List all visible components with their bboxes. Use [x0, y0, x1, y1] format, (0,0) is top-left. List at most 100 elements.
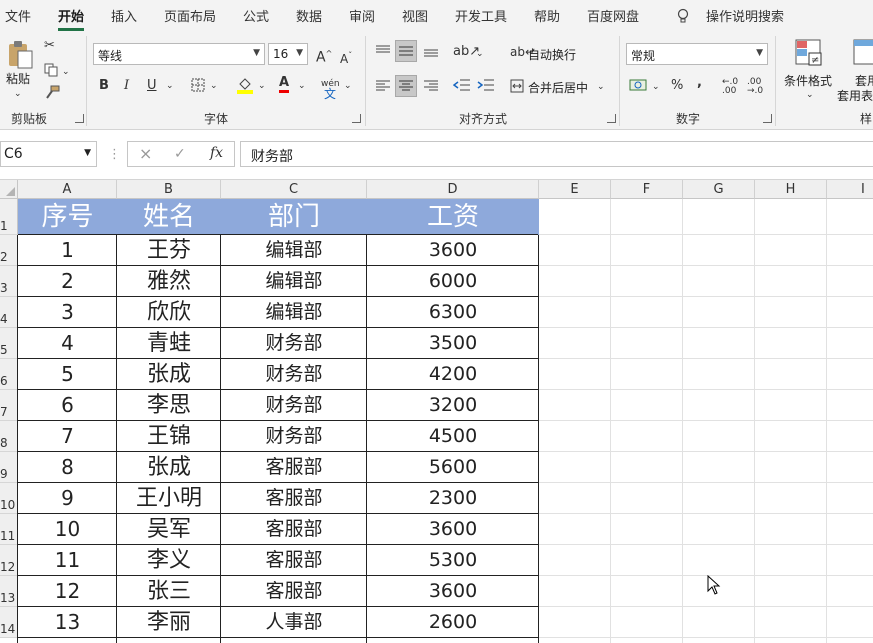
font-size-select[interactable]: 16 ▼ — [268, 43, 308, 65]
enter-icon[interactable]: ✓ — [174, 146, 186, 162]
table-cell[interactable]: 财务部 — [221, 421, 367, 452]
table-cell[interactable]: 吴军 — [117, 514, 221, 545]
table-cell[interactable]: 客服部 — [221, 545, 367, 576]
font-shrink-icon[interactable]: Aˇ — [340, 48, 352, 67]
font-grow-icon[interactable]: A^ — [316, 46, 332, 66]
column-header-b[interactable]: B — [117, 180, 221, 199]
row-header[interactable]: 7 — [0, 390, 18, 421]
row-header[interactable]: 3 — [0, 266, 18, 297]
row-header[interactable]: 14 — [0, 607, 18, 638]
table-cell[interactable]: 2300 — [367, 483, 539, 514]
table-cell[interactable]: 3600 — [367, 576, 539, 607]
column-header-h[interactable]: H — [755, 180, 827, 199]
table-cell[interactable]: 客服部 — [221, 576, 367, 607]
borders-icon[interactable] — [191, 78, 205, 92]
tab-developer[interactable]: 开发工具 — [455, 6, 507, 25]
table-cell[interactable]: 6300 — [367, 297, 539, 328]
alignment-launcher-icon[interactable] — [607, 114, 616, 123]
table-cell[interactable]: 3600 — [367, 235, 539, 266]
conditional-formatting-icon[interactable]: ≠ — [795, 39, 823, 67]
decrease-decimal-button[interactable]: .00 →.0 — [747, 78, 765, 96]
table-cell[interactable]: 3200 — [367, 390, 539, 421]
tab-data[interactable]: 数据 — [296, 6, 322, 25]
increase-decimal-button[interactable]: ←.0.00 — [722, 78, 740, 96]
table-cell[interactable]: 青蛙 — [117, 328, 221, 359]
font-launcher-icon[interactable] — [352, 114, 361, 123]
table-cell[interactable]: 张成 — [117, 452, 221, 483]
bold-button[interactable]: B — [99, 78, 109, 94]
copy-dropdown-icon[interactable]: ⌄ — [62, 64, 70, 80]
paste-button[interactable]: 粘贴 — [6, 70, 30, 87]
orientation-dropdown-icon[interactable]: ⌄ — [476, 46, 484, 62]
fill-color-dropdown-icon[interactable]: ⌄ — [258, 78, 266, 94]
cut-icon[interactable]: ✂ — [44, 38, 55, 54]
table-cell[interactable]: 4200 — [367, 359, 539, 390]
insert-function-icon[interactable]: fx — [210, 145, 223, 161]
column-header-f[interactable]: F — [611, 180, 683, 199]
tab-insert[interactable]: 插入 — [111, 6, 137, 25]
comma-button[interactable]: , — [697, 75, 702, 91]
paste-icon[interactable] — [6, 40, 34, 70]
number-format-select[interactable]: 常规 ▼ — [626, 43, 768, 65]
copy-icon[interactable] — [44, 63, 58, 77]
select-all-button[interactable] — [0, 180, 18, 199]
table-cell[interactable]: 客服部 — [221, 452, 367, 483]
row-header[interactable]: 12 — [0, 545, 18, 576]
table-cell[interactable]: 5 — [18, 359, 117, 390]
table-cell[interactable]: 5600 — [367, 452, 539, 483]
tab-formulas[interactable]: 公式 — [243, 6, 269, 25]
clipboard-launcher-icon[interactable] — [75, 114, 84, 123]
row-header[interactable]: 4 — [0, 297, 18, 328]
format-as-table-icon[interactable] — [853, 39, 873, 67]
underline-button[interactable]: U — [147, 78, 157, 94]
table-cell[interactable]: 13 — [18, 607, 117, 638]
row-header[interactable]: 8 — [0, 421, 18, 452]
table-cell[interactable]: 11 — [18, 545, 117, 576]
table-cell[interactable]: 客服部 — [221, 514, 367, 545]
table-cell[interactable]: 客服部 — [221, 483, 367, 514]
table-cell[interactable]: 王锦 — [117, 421, 221, 452]
table-cell[interactable]: 李思 — [117, 390, 221, 421]
align-center-button[interactable] — [395, 75, 417, 97]
table-cell[interactable]: 财务部 — [221, 328, 367, 359]
cancel-icon[interactable]: × — [139, 146, 152, 162]
tab-home[interactable]: 开始 — [58, 6, 85, 31]
table-cell[interactable]: 6000 — [367, 266, 539, 297]
column-header-c[interactable]: C — [221, 180, 367, 199]
tab-view[interactable]: 视图 — [402, 6, 428, 25]
percent-button[interactable]: % — [671, 78, 683, 94]
table-cell[interactable]: 2 — [18, 266, 117, 297]
align-left-icon[interactable] — [375, 79, 391, 93]
row-header[interactable]: 6 — [0, 359, 18, 390]
row-header[interactable]: 9 — [0, 452, 18, 483]
column-header-d[interactable]: D — [367, 180, 539, 199]
table-cell[interactable]: 雅然 — [117, 266, 221, 297]
column-header-g[interactable]: G — [683, 180, 755, 199]
tab-review[interactable]: 审阅 — [349, 6, 375, 25]
row-header[interactable]: 13 — [0, 576, 18, 607]
table-cell[interactable]: 李义 — [117, 545, 221, 576]
increase-indent-icon[interactable] — [477, 78, 495, 92]
row-header[interactable]: 1 — [0, 199, 18, 235]
borders-dropdown-icon[interactable]: ⌄ — [210, 78, 218, 94]
tab-baidu-netdisk[interactable]: 百度网盘 — [587, 6, 639, 25]
name-box[interactable]: C6 ▼ — [0, 141, 97, 167]
table-cell[interactable]: 欣欣 — [117, 297, 221, 328]
conditional-dropdown-icon[interactable]: ⌄ — [806, 87, 814, 103]
column-header-e[interactable]: E — [539, 180, 611, 199]
align-bottom-icon[interactable] — [423, 44, 439, 58]
table-cell[interactable]: 张三 — [117, 576, 221, 607]
column-header-i[interactable]: I — [827, 180, 873, 199]
table-cell[interactable]: 财务部 — [221, 390, 367, 421]
table-cell[interactable]: 王芬 — [117, 235, 221, 266]
tell-me-search[interactable]: 操作说明搜索 — [706, 6, 784, 25]
font-name-select[interactable]: 等线 ▼ — [93, 43, 265, 65]
merge-dropdown-icon[interactable]: ⌄ — [597, 79, 605, 95]
tab-help[interactable]: 帮助 — [534, 6, 560, 25]
row-header[interactable]: 5 — [0, 328, 18, 359]
row-header[interactable]: 2 — [0, 235, 18, 266]
font-color-icon[interactable]: A — [279, 76, 290, 93]
table-cell[interactable]: 12 — [18, 576, 117, 607]
table-cell[interactable]: 2600 — [367, 607, 539, 638]
table-cell[interactable]: 5300 — [367, 545, 539, 576]
